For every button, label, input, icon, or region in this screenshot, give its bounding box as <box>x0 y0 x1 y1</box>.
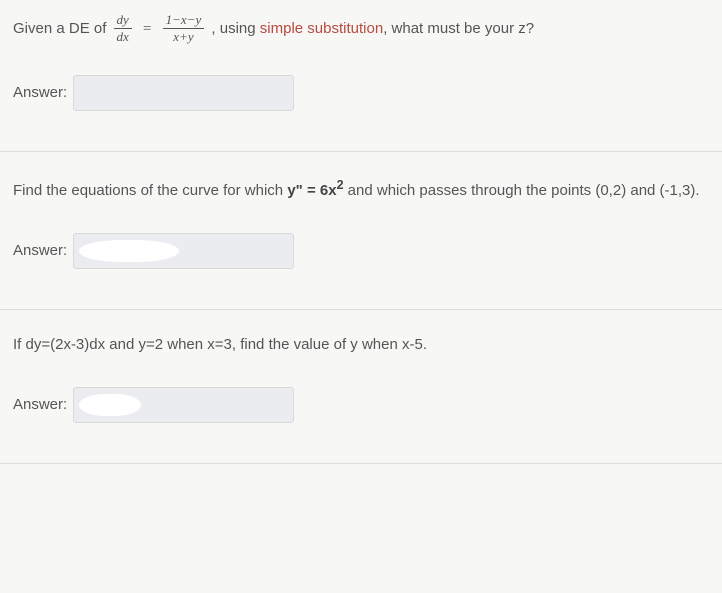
q2-bold-sup: 2 <box>337 178 344 192</box>
fraction-rhs: 1−x−y x+y <box>163 13 205 45</box>
q2-pre: Find the equations of the curve for whic… <box>13 182 287 199</box>
q3-text: If dy=(2x-3)dx and y=2 when x=3, find th… <box>13 336 427 353</box>
q2-post: and which passes through the points (0,2… <box>344 182 700 199</box>
frac-num: 1−x−y <box>163 13 205 29</box>
answer-row-2: Answer: <box>13 233 709 269</box>
frac-den: x+y <box>163 29 205 44</box>
q2-bold-pre: y" = 6x <box>287 182 336 199</box>
fraction-dy-dx: dy dx <box>114 13 132 45</box>
answer-input-3[interactable] <box>73 387 294 423</box>
answer-input-wrap <box>73 75 635 111</box>
problem-3: If dy=(2x-3)dx and y=2 when x=3, find th… <box>0 320 722 464</box>
q1-pre: Given a DE of <box>13 20 111 37</box>
problem-1: Given a DE of dy dx = 1−x−y x+y , using … <box>0 0 722 152</box>
equals-op: = <box>143 21 151 37</box>
answer-input-wrap <box>73 387 635 423</box>
answer-label: Answer: <box>13 393 67 417</box>
frac-den: dx <box>114 29 132 44</box>
answer-row-3: Answer: <box>13 387 709 423</box>
problem-2: Find the equations of the curve for whic… <box>0 162 722 310</box>
answer-input-1[interactable] <box>73 75 294 111</box>
question-text-2: Find the equations of the curve for whic… <box>13 175 709 203</box>
question-text-1: Given a DE of dy dx = 1−x−y x+y , using … <box>13 13 709 45</box>
q1-mid2: , what must be your z? <box>383 20 534 37</box>
question-text-3: If dy=(2x-3)dx and y=2 when x=3, find th… <box>13 333 709 357</box>
highlight-term: simple substitution <box>260 20 383 37</box>
q2-bold: y" = 6x2 <box>287 182 343 199</box>
frac-num: dy <box>114 13 132 29</box>
q1-mid1: , using <box>211 20 259 37</box>
answer-row-1: Answer: <box>13 75 709 111</box>
answer-label: Answer: <box>13 81 67 105</box>
answer-input-2[interactable] <box>73 233 294 269</box>
answer-input-wrap <box>73 233 635 269</box>
answer-label: Answer: <box>13 239 67 263</box>
